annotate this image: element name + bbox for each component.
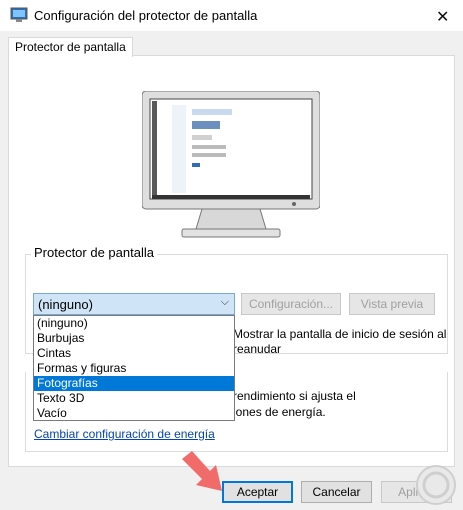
screensaver-app-icon: [10, 7, 28, 22]
dropdown-option[interactable]: Burbujas: [34, 331, 234, 346]
title-bar: Configuración del protector de pantalla …: [0, 0, 463, 31]
monitor-preview-image: [142, 91, 320, 238]
power-text-line2: iones de energía.: [233, 405, 326, 419]
chevron-down-icon: ⌵: [220, 296, 229, 308]
resume-option-label-line1: Mostrar la pantalla de inicio de sesión …: [233, 327, 447, 341]
dropdown-option[interactable]: (ninguno): [34, 316, 234, 331]
window-title: Configuración del protector de pantalla: [34, 8, 258, 23]
change-power-settings-link[interactable]: Cambiar configuración de energía: [34, 427, 215, 441]
screensaver-select[interactable]: (ninguno) ⌵: [33, 293, 235, 315]
screensaver-dropdown-list: (ninguno) Burbujas Cintas Formas y figur…: [33, 315, 235, 421]
power-text-line1: rendimiento si ajusta el: [233, 389, 356, 403]
tab-screensaver[interactable]: Protector de pantalla: [8, 37, 133, 57]
dropdown-option[interactable]: Texto 3D: [34, 391, 234, 406]
ok-button[interactable]: Aceptar: [222, 481, 293, 503]
watermark-logo-icon: [416, 465, 456, 505]
dropdown-option-highlighted[interactable]: Fotografías: [34, 376, 234, 391]
preview-button[interactable]: Vista previa: [349, 293, 435, 315]
dropdown-option[interactable]: Vacío: [34, 406, 234, 421]
cancel-button[interactable]: Cancelar: [301, 481, 372, 503]
dropdown-option[interactable]: Cintas: [34, 346, 234, 361]
screensaver-select-value: (ninguno): [38, 297, 93, 312]
screensaver-group-label: Protector de pantalla: [31, 245, 157, 260]
pointer-arrow-icon: [182, 451, 222, 491]
dropdown-option[interactable]: Formas y figuras: [34, 361, 234, 376]
close-icon[interactable]: ✕: [436, 7, 449, 27]
settings-button[interactable]: Configuración...: [241, 293, 341, 315]
resume-option-label-line2: reanudar: [233, 342, 282, 356]
